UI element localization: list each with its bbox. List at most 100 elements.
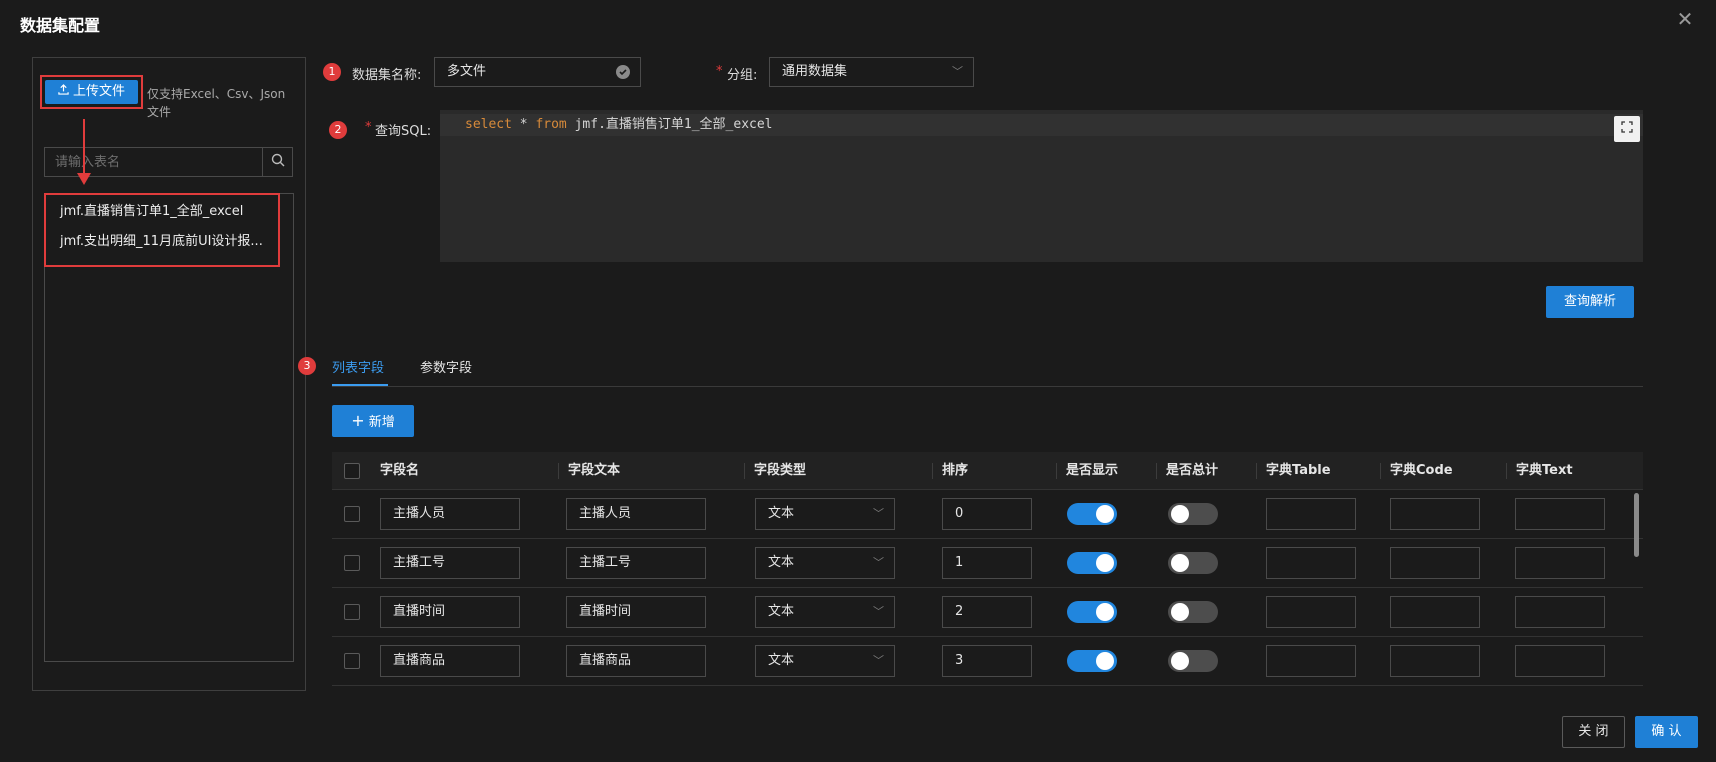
- table-header: 字段名 字段文本 字段类型 排序 是否显示 是否总计 字典Table 字典Cod…: [332, 452, 1643, 490]
- column-separator: [744, 463, 745, 479]
- step-badge: 1: [323, 63, 341, 81]
- field-text-input[interactable]: 直播时间: [566, 596, 706, 628]
- dict-table-input[interactable]: [1266, 547, 1356, 579]
- show-toggle[interactable]: [1067, 650, 1117, 672]
- column-separator: [1156, 463, 1157, 479]
- column-separator: [1506, 463, 1507, 479]
- dict-table-input[interactable]: [1266, 596, 1356, 628]
- close-button[interactable]: 关 闭: [1562, 716, 1625, 748]
- field-text-input[interactable]: 直播商品: [566, 645, 706, 677]
- field-type-value: 文本: [768, 555, 795, 570]
- total-toggle[interactable]: [1168, 552, 1218, 574]
- row-checkbox[interactable]: [344, 555, 360, 571]
- column-header: 字典Code: [1390, 463, 1453, 478]
- search-icon: [271, 153, 285, 171]
- dict-code-input[interactable]: [1390, 547, 1480, 579]
- field-text-input[interactable]: 主播人员: [566, 498, 706, 530]
- column-header: 是否显示: [1066, 463, 1119, 478]
- add-field-button[interactable]: + 新增: [332, 405, 414, 437]
- total-toggle[interactable]: [1168, 503, 1218, 525]
- annotation-arrow: [83, 119, 85, 177]
- required-mark: *: [365, 120, 372, 135]
- show-toggle[interactable]: [1067, 503, 1117, 525]
- select-all-checkbox[interactable]: [344, 463, 360, 479]
- field-type-select[interactable]: 文本 ﹀: [755, 645, 895, 677]
- column-separator: [558, 463, 559, 479]
- table-scrollbar[interactable]: [1634, 493, 1639, 557]
- field-type-select[interactable]: 文本 ﹀: [755, 498, 895, 530]
- search-button[interactable]: [262, 147, 293, 177]
- order-input[interactable]: 0: [942, 498, 1032, 530]
- table-list-item[interactable]: jmf.支出明细_11月底前UI设计报...: [60, 230, 263, 249]
- order-input[interactable]: 1: [942, 547, 1032, 579]
- dataset-name-input[interactable]: 多文件: [434, 57, 641, 87]
- sql-keyword: select: [465, 117, 512, 132]
- table-list-item[interactable]: jmf.直播销售订单1_全部_excel: [60, 200, 243, 219]
- toggle-knob: [1171, 603, 1189, 621]
- dict-text-input[interactable]: [1515, 596, 1605, 628]
- field-type-value: 文本: [768, 604, 795, 619]
- column-header: 排序: [942, 463, 969, 478]
- dict-text-input[interactable]: [1515, 498, 1605, 530]
- tab-param-fields[interactable]: 参数字段: [420, 357, 472, 376]
- field-name-input[interactable]: 主播工号: [380, 547, 520, 579]
- row-checkbox[interactable]: [344, 604, 360, 620]
- group-select[interactable]: 通用数据集 ﹀: [769, 57, 974, 87]
- upload-hint: 仅支持Excel、Csv、Json文件: [147, 87, 286, 119]
- fullscreen-icon: [1621, 121, 1633, 137]
- upload-file-button[interactable]: 上传文件: [45, 80, 138, 104]
- tab-column-fields[interactable]: 列表字段: [332, 357, 384, 376]
- show-toggle[interactable]: [1067, 552, 1117, 574]
- toggle-knob: [1096, 652, 1114, 670]
- field-name-input[interactable]: 直播时间: [380, 596, 520, 628]
- dialog-title: 数据集配置: [20, 16, 101, 35]
- column-header: 字段类型: [754, 463, 807, 478]
- total-toggle[interactable]: [1168, 650, 1218, 672]
- group-select-value: 通用数据集: [782, 64, 848, 79]
- sql-line: select * from jmf.直播销售订单1_全部_excel: [440, 114, 1643, 136]
- toggle-knob: [1171, 554, 1189, 572]
- upload-icon: [58, 80, 69, 104]
- column-header: 字典Table: [1266, 463, 1331, 478]
- dict-table-input[interactable]: [1266, 498, 1356, 530]
- dict-code-input[interactable]: [1390, 498, 1480, 530]
- field-type-select[interactable]: 文本 ﹀: [755, 547, 895, 579]
- toggle-knob: [1096, 603, 1114, 621]
- sql-editor[interactable]: select * from jmf.直播销售订单1_全部_excel: [440, 110, 1643, 262]
- field-name-input[interactable]: 直播商品: [380, 645, 520, 677]
- field-type-value: 文本: [768, 506, 795, 521]
- close-icon[interactable]: ✕: [1674, 8, 1696, 30]
- chevron-down-icon: ﹀: [873, 556, 884, 569]
- field-text-input[interactable]: 主播工号: [566, 547, 706, 579]
- dict-table-input[interactable]: [1266, 645, 1356, 677]
- order-input[interactable]: 2: [942, 596, 1032, 628]
- field-name-input[interactable]: 主播人员: [380, 498, 520, 530]
- table-row: 主播工号 主播工号 文本 ﹀ 1: [332, 539, 1643, 588]
- check-circle-icon: [616, 65, 630, 79]
- parse-query-button[interactable]: 查询解析: [1546, 286, 1634, 318]
- toggle-knob: [1171, 505, 1189, 523]
- required-mark: *: [716, 64, 723, 79]
- toggle-knob: [1096, 505, 1114, 523]
- total-toggle[interactable]: [1168, 601, 1218, 623]
- dict-text-input[interactable]: [1515, 645, 1605, 677]
- row-checkbox[interactable]: [344, 653, 360, 669]
- row-checkbox[interactable]: [344, 506, 360, 522]
- fullscreen-button[interactable]: [1614, 116, 1640, 142]
- column-header: 字段文本: [568, 463, 621, 478]
- dataset-name-label: 数据集名称:: [352, 68, 422, 83]
- chevron-down-icon: ﹀: [873, 605, 884, 618]
- dict-code-input[interactable]: [1390, 645, 1480, 677]
- sql-text: jmf.直播销售订单1_全部_excel: [566, 117, 773, 132]
- plus-icon: +: [351, 411, 365, 430]
- confirm-button[interactable]: 确 认: [1635, 716, 1698, 748]
- dict-code-input[interactable]: [1390, 596, 1480, 628]
- show-toggle[interactable]: [1067, 601, 1117, 623]
- upload-file-label: 上传文件: [72, 84, 125, 99]
- dict-text-input[interactable]: [1515, 547, 1605, 579]
- chevron-down-icon: ﹀: [873, 507, 884, 520]
- field-type-select[interactable]: 文本 ﹀: [755, 596, 895, 628]
- order-input[interactable]: 3: [942, 645, 1032, 677]
- column-separator: [1380, 463, 1381, 479]
- group-label: 分组:: [727, 68, 758, 83]
